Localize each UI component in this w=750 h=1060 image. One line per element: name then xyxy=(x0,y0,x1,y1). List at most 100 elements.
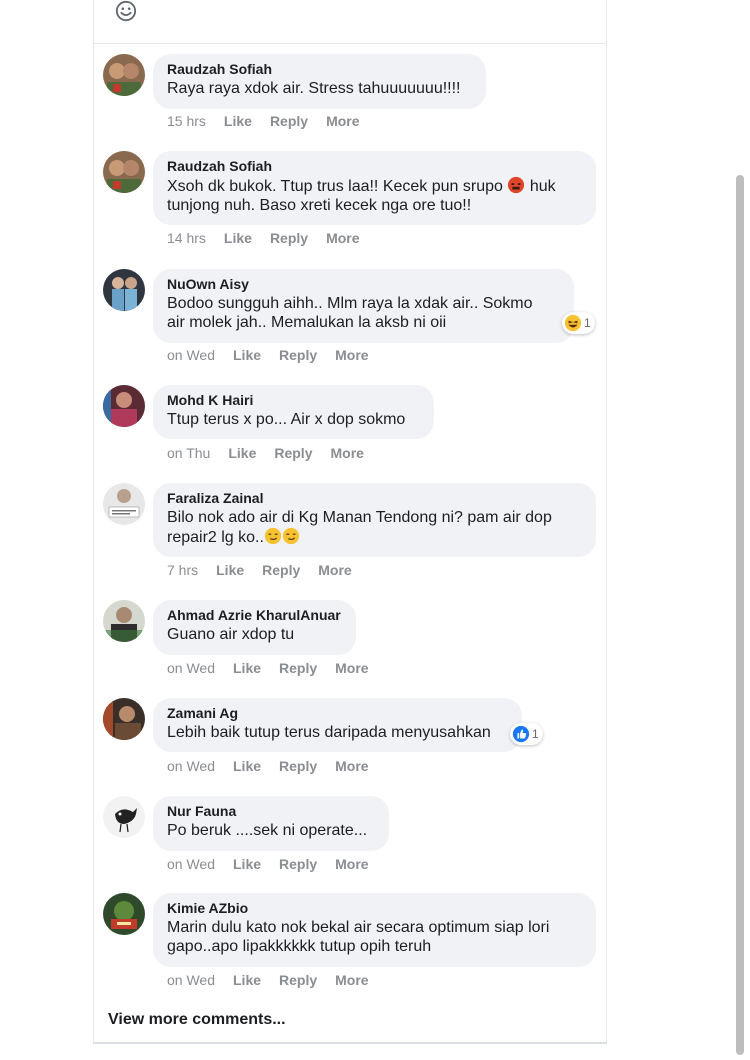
avatar[interactable] xyxy=(103,269,145,311)
like-button[interactable]: Like xyxy=(233,972,261,988)
comment-timestamp[interactable]: on Wed xyxy=(167,660,215,676)
comment-timestamp[interactable]: on Wed xyxy=(167,972,215,988)
comment-author[interactable]: Faraliza Zainal xyxy=(167,490,582,506)
like-button[interactable]: Like xyxy=(228,445,256,461)
like-button[interactable]: Like xyxy=(233,758,261,774)
comment-text: Po beruk ....sek ni operate... xyxy=(167,822,368,839)
avatar[interactable] xyxy=(103,796,145,838)
smirk-face-emoji-icon xyxy=(282,527,300,545)
avatar[interactable] xyxy=(103,893,145,935)
reaction-badge[interactable]: 1 xyxy=(562,312,595,334)
comment-author[interactable]: Raudzah Sofiah xyxy=(167,158,582,174)
comment-author[interactable]: Zamani Ag xyxy=(167,705,508,721)
avatar[interactable] xyxy=(103,151,145,193)
avatar[interactable] xyxy=(103,385,145,427)
comment-timestamp[interactable]: 7 hrs xyxy=(167,562,198,578)
more-button[interactable]: More xyxy=(335,972,368,988)
comment-actions: on Wed Like Reply More xyxy=(167,660,387,676)
comment-text-line: Marin dulu kato nok bekal air secara opt… xyxy=(167,919,550,936)
comment-actions: on Wed Like Reply More xyxy=(167,347,387,363)
reply-button[interactable]: Reply xyxy=(270,230,308,246)
avatar[interactable] xyxy=(103,483,145,525)
reply-button[interactable]: Reply xyxy=(279,758,317,774)
like-button[interactable]: Like xyxy=(233,856,261,872)
comment-text-line: huk xyxy=(529,178,556,195)
comment-timestamp[interactable]: on Wed xyxy=(167,856,215,872)
comment-actions: on Thu Like Reply More xyxy=(167,445,382,461)
comment-text-line: Xsoh dk bukok. Ttup trus laa!! Kecek pun… xyxy=(167,178,503,195)
reply-button[interactable]: Reply xyxy=(279,856,317,872)
comment-actions: 14 hrs Like Reply More xyxy=(167,230,378,246)
comment-bubble: NuOwn Aisy Bodoo sungguh aihh.. Mlm raya… xyxy=(153,269,574,343)
comment-timestamp[interactable]: on Wed xyxy=(167,347,215,363)
comment-text: Bodoo sungguh aihh.. Mlm raya la xdak ai… xyxy=(167,294,560,332)
comment-author[interactable]: Mohd K Hairi xyxy=(167,392,420,408)
comment-author[interactable]: Nur Fauna xyxy=(167,803,375,819)
like-button[interactable]: Like xyxy=(224,113,252,129)
like-button[interactable]: Like xyxy=(224,230,252,246)
comment-text: Marin dulu kato nok bekal air secara opt… xyxy=(167,918,582,956)
comment-text-line: gapo..apo lipakkkkkk tutup opih teruh xyxy=(167,938,432,955)
reply-button[interactable]: Reply xyxy=(279,972,317,988)
comment-text-line: repair2 lg ko.. xyxy=(167,529,264,546)
comment-text-line: Bilo nok ado air di Kg Manan Tendong ni?… xyxy=(167,509,552,526)
comment-actions: on Wed Like Reply More xyxy=(167,758,387,774)
comment-bubble: Nur Fauna Po beruk ....sek ni operate... xyxy=(153,796,389,851)
avatar[interactable] xyxy=(103,54,145,96)
reply-button[interactable]: Reply xyxy=(270,113,308,129)
laughing-face-icon xyxy=(564,314,582,332)
comment-bubble: Zamani Ag Lebih baik tutup terus daripad… xyxy=(153,698,522,752)
reaction-count: 1 xyxy=(584,316,591,330)
more-button[interactable]: More xyxy=(326,113,359,129)
comment-text-line: air molek jah.. Memalukan la aksb ni oii xyxy=(167,314,447,331)
more-button[interactable]: More xyxy=(335,347,368,363)
comment-author[interactable]: Ahmad Azrie KharulAnuar xyxy=(167,607,342,623)
comment-composer-bar xyxy=(94,0,606,44)
view-more-comments-link[interactable]: View more comments... xyxy=(108,1011,286,1029)
like-thumb-icon xyxy=(512,725,530,743)
reply-button[interactable]: Reply xyxy=(262,562,300,578)
like-button[interactable]: Like xyxy=(233,660,261,676)
reaction-badge[interactable]: 1 xyxy=(510,723,543,745)
avatar[interactable] xyxy=(103,600,145,642)
more-button[interactable]: More xyxy=(326,230,359,246)
more-button[interactable]: More xyxy=(330,445,363,461)
comment-text: Raya raya xdok air. Stress tahuuuuuuu!!!… xyxy=(167,80,461,97)
comment-text: Guano air xdop tu xyxy=(167,626,295,643)
comment-timestamp[interactable]: on Thu xyxy=(167,445,210,461)
comment-author[interactable]: Raudzah Sofiah xyxy=(167,61,472,77)
comment-text-line: tunjong nuh. Baso xreti kecek nga ore tu… xyxy=(167,197,472,214)
like-button[interactable]: Like xyxy=(233,347,261,363)
avatar[interactable] xyxy=(103,698,145,740)
reply-button[interactable]: Reply xyxy=(279,660,317,676)
comment-timestamp[interactable]: 14 hrs xyxy=(167,230,206,246)
comment-author[interactable]: NuOwn Aisy xyxy=(167,276,560,292)
more-button[interactable]: More xyxy=(335,660,368,676)
comment-author[interactable]: Kimie AZbio xyxy=(167,900,582,916)
comment-bubble: Faraliza Zainal Bilo nok ado air di Kg M… xyxy=(153,483,596,557)
comment-actions: on Wed Like Reply More xyxy=(167,856,387,872)
comment-timestamp[interactable]: 15 hrs xyxy=(167,113,206,129)
reply-button[interactable]: Reply xyxy=(274,445,312,461)
reply-button[interactable]: Reply xyxy=(279,347,317,363)
comment-text: Xsoh dk bukok. Ttup trus laa!! Kecek pun… xyxy=(167,176,582,215)
comment-actions: 15 hrs Like Reply More xyxy=(167,113,378,129)
more-button[interactable]: More xyxy=(335,856,368,872)
reaction-count: 1 xyxy=(532,727,539,741)
like-button[interactable]: Like xyxy=(216,562,244,578)
comment-bubble: Kimie AZbio Marin dulu kato nok bekal ai… xyxy=(153,893,596,967)
comment-text-line: Bodoo sungguh aihh.. Mlm raya la xdak ai… xyxy=(167,295,533,312)
comments-panel: Raudzah Sofiah Raya raya xdok air. Stres… xyxy=(93,0,607,1044)
comment-actions: on Wed Like Reply More xyxy=(167,972,387,988)
comment-text: Lebih baik tutup terus daripada menyusah… xyxy=(167,724,491,741)
comment-timestamp[interactable]: on Wed xyxy=(167,758,215,774)
comment-bubble: Raudzah Sofiah Raya raya xdok air. Stres… xyxy=(153,54,486,109)
comment-bubble: Mohd K Hairi Ttup terus x po... Air x do… xyxy=(153,385,434,439)
more-button[interactable]: More xyxy=(335,758,368,774)
more-button[interactable]: More xyxy=(318,562,351,578)
emoji-icon[interactable] xyxy=(115,0,137,22)
scrollbar[interactable] xyxy=(736,175,744,1055)
comment-text: Bilo nok ado air di Kg Manan Tendong ni?… xyxy=(167,508,582,547)
comment-bubble: Ahmad Azrie KharulAnuar Guano air xdop t… xyxy=(153,600,356,655)
comment-actions: 7 hrs Like Reply More xyxy=(167,562,370,578)
